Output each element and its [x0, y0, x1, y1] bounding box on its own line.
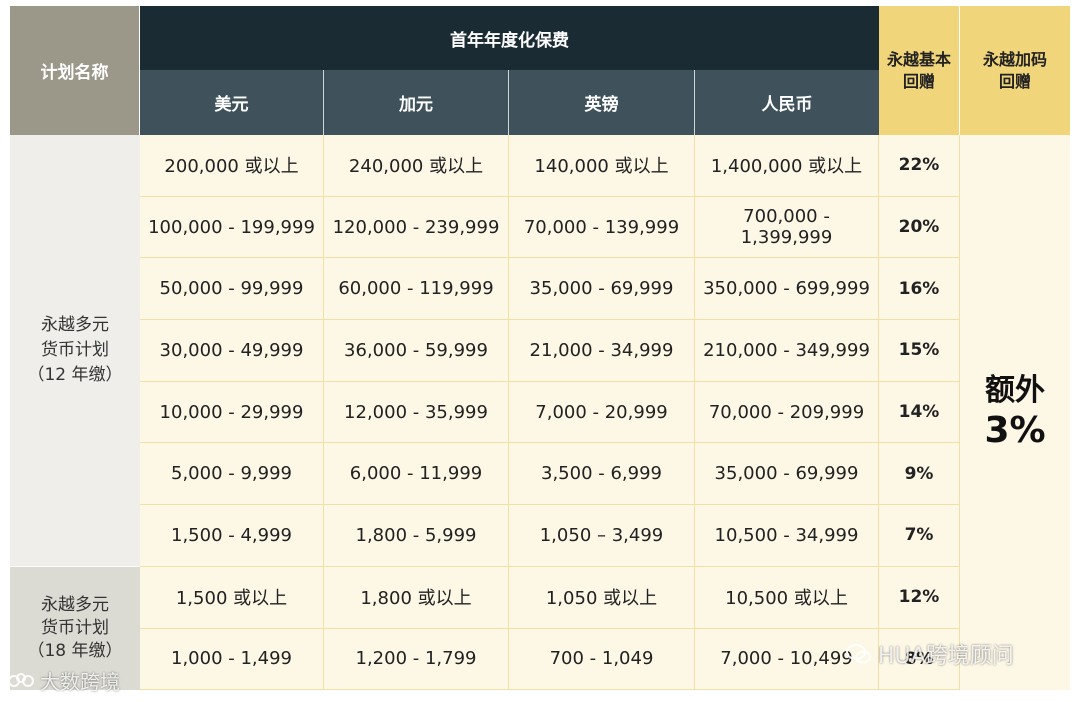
cell-cad: 1,200 - 1,799: [324, 628, 509, 691]
cell-cad: 1,800 或以上: [324, 566, 509, 629]
plan-12-year: 永越多元 货币计划 （12 年缴）: [10, 135, 140, 567]
cell-gbp: 3,500 - 6,999: [509, 443, 695, 506]
cell-usd: 100,000 - 199,999: [140, 196, 324, 259]
cell-cad: 12,000 - 35,999: [324, 381, 509, 444]
cell-rmb: 210,000 - 349,999: [695, 320, 879, 382]
cell-base-bonus: 7%: [879, 505, 960, 567]
cell-rmb: 1,400,000 或以上: [695, 135, 879, 197]
wechat-icon: [846, 644, 871, 664]
cell-cad: 120,000 - 239,999: [324, 196, 509, 259]
cell-base-bonus: 16%: [879, 258, 960, 321]
cell-base-bonus: 15%: [879, 320, 960, 382]
header-extra-bonus: 永越加码 回赠: [960, 6, 1070, 135]
cell-base-bonus: 22%: [879, 135, 960, 197]
header-base-bonus: 永越基本 回赠: [879, 6, 960, 135]
cell-base-bonus: 20%: [879, 196, 960, 259]
cell-rmb: 10,500 - 34,999: [695, 505, 879, 567]
cell-rmb: 700,000 - 1,399,999: [695, 196, 879, 259]
cell-gbp: 7,000 - 20,999: [509, 381, 695, 444]
cell-gbp: 21,000 - 34,999: [509, 320, 695, 382]
header-gbp: 英镑: [509, 70, 695, 135]
cell-gbp: 70,000 - 139,999: [509, 196, 695, 259]
cell-cad: 240,000 或以上: [324, 135, 509, 197]
cell-usd: 50,000 - 99,999: [140, 258, 324, 321]
header-rmb: 人民币: [695, 70, 879, 135]
cell-base-bonus: 14%: [879, 381, 960, 444]
cell-gbp: 1,050 或以上: [509, 566, 695, 629]
cell-cad: 6,000 - 11,999: [324, 443, 509, 506]
cell-usd: 5,000 - 9,999: [140, 443, 324, 506]
header-first-year-premium: 首年年度化保费: [140, 6, 879, 70]
cell-rmb: 70,000 - 209,999: [695, 381, 879, 444]
cell-rmb: 350,000 - 699,999: [695, 258, 879, 321]
extra-bonus-label: 额外: [985, 373, 1045, 408]
cell-rmb: 10,500 或以上: [695, 566, 879, 629]
header-cad: 加元: [324, 70, 509, 135]
watermark-right-text: HUA跨境顾问: [878, 644, 1014, 669]
cell-rmb: 35,000 - 69,999: [695, 443, 879, 506]
watermark-left-text: 大数跨境: [40, 670, 120, 694]
cell-cad: 60,000 - 119,999: [324, 258, 509, 321]
cell-usd: 1,500 - 4,999: [140, 505, 324, 567]
cell-gbp: 140,000 或以上: [509, 135, 695, 197]
cell-usd: 200,000 或以上: [140, 135, 324, 197]
bonus-table: 计划名称 首年年度化保费 美元 加元 英镑 人民币 永越基本 回赠 永越加码 回赠 …: [10, 6, 1070, 696]
watermark-right: HUA跨境顾问: [846, 638, 1014, 670]
cell-cad: 36,000 - 59,999: [324, 320, 509, 382]
cell-base-bonus: 9%: [879, 443, 960, 506]
header-usd: 美元: [140, 70, 324, 135]
cell-usd: 10,000 - 29,999: [140, 381, 324, 444]
cell-usd: 30,000 - 49,999: [140, 320, 324, 382]
cell-base-bonus: 12%: [879, 566, 960, 629]
cell-gbp: 700 - 1,049: [509, 628, 695, 691]
watermark-left: 大数跨境: [8, 666, 120, 695]
header-plan-name: 计划名称: [10, 6, 140, 135]
cell-gbp: 1,050 – 3,499: [509, 505, 695, 567]
brand-logo-icon: [8, 672, 34, 687]
extra-bonus-cell: 额外 3%: [960, 135, 1070, 691]
cell-gbp: 35,000 - 69,999: [509, 258, 695, 321]
cell-cad: 1,800 - 5,999: [324, 505, 509, 567]
cell-usd: 1,000 - 1,499: [140, 628, 324, 691]
cell-usd: 1,500 或以上: [140, 566, 324, 629]
extra-bonus-value: 3%: [984, 410, 1046, 451]
